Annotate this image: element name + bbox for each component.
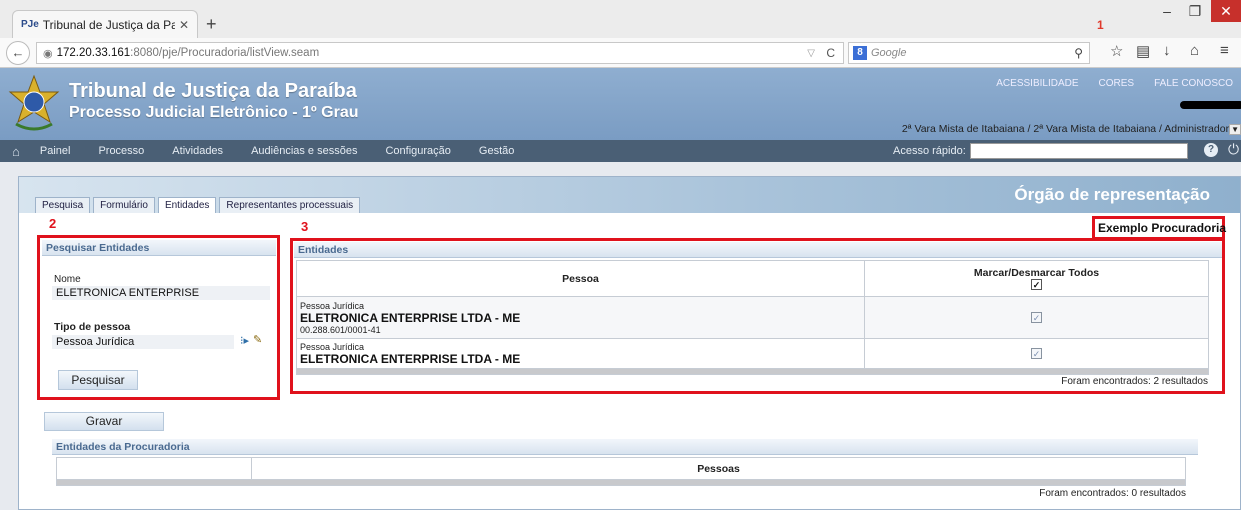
home-icon[interactable]: ⌂ <box>1190 42 1199 59</box>
entities-table: Pessoa Marcar/Desmarcar Todos ✓ Pessoa J… <box>296 260 1209 375</box>
table-scrollbar[interactable] <box>296 368 1209 375</box>
org-name: Exemplo Procuradoria <box>1098 221 1227 235</box>
tab-title: Tribunal de Justiça da Paraí... <box>42 17 175 32</box>
procuradoria-header: Entidades da Procuradoria <box>52 439 1198 455</box>
row-type: Pessoa Jurídica <box>300 300 365 311</box>
menu-configuracao[interactable]: Configuração <box>385 145 450 157</box>
link-contact[interactable]: FALE CONOSCO <box>1154 78 1233 89</box>
entities-section: Entidades <box>294 242 1222 258</box>
home-menu-icon[interactable]: ⌂ <box>12 144 20 159</box>
menu-atividades[interactable]: Atividades <box>172 145 223 157</box>
tab-pesquisa[interactable]: Pesquisa <box>35 197 91 213</box>
col-blank <box>56 457 252 480</box>
user-location-text: 2ª Vara Mista de Itabaiana / 2ª Vara Mis… <box>901 123 1230 135</box>
pje-favicon-icon: PJe <box>21 19 39 30</box>
row-doc: 00.288.601/0001-41 <box>300 324 381 335</box>
url-path: :8080/pje/Procuradoria/listView.seam <box>130 47 320 59</box>
toggle-all-checkbox[interactable]: ✓ <box>1031 278 1042 290</box>
bookmarks-list-icon[interactable]: ▤ <box>1136 42 1150 60</box>
search-button[interactable]: Pesquisar <box>58 370 138 390</box>
col-pessoas: Pessoas <box>251 457 1186 480</box>
quick-access-input[interactable] <box>970 143 1188 159</box>
menu-icon[interactable]: ≡ <box>1220 42 1229 59</box>
download-icon[interactable]: ↓ <box>1163 42 1171 59</box>
search-placeholder: Google <box>871 47 907 59</box>
table-row[interactable]: Pessoa Jurídica ELETRONICA ENTERPRISE LT… <box>296 296 1209 339</box>
search-header: Pesquisar Entidades <box>42 240 276 256</box>
type-label: Tipo de pessoa <box>54 321 131 333</box>
tab-representantes[interactable]: Representantes processuais <box>219 197 361 213</box>
maximize-icon[interactable]: ❐ <box>1180 0 1210 22</box>
url-dropdown-icon[interactable]: ▽ <box>807 48 815 59</box>
crest-logo-icon <box>8 74 60 131</box>
browser-search-input[interactable]: 8 Google ⚲ <box>848 42 1090 64</box>
help-icon[interactable]: ? <box>1204 143 1218 157</box>
bookmark-star-icon[interactable]: ☆ <box>1110 42 1123 60</box>
menu-painel[interactable]: Painel <box>40 145 71 157</box>
url-host: 172.20.33.161 <box>56 47 131 59</box>
tab-formulario[interactable]: Formulário <box>93 197 155 213</box>
panel-header: Órgão de representação Pesquisa Formulár… <box>19 177 1240 213</box>
browser-tab[interactable]: PJe Tribunal de Justiça da Paraí... ✕ <box>12 10 198 38</box>
site-subtitle: Processo Judicial Eletrônico - 1º Grau <box>69 104 359 121</box>
site-header: Tribunal de Justiça da Paraíba Processo … <box>0 68 1241 140</box>
row-checkbox[interactable]: ✓ <box>1031 347 1042 359</box>
globe-icon: ◉ <box>43 47 53 60</box>
browser-navbar: ← ◉ 172.20.33.161 :8080/pje/Procuradoria… <box>0 38 1241 68</box>
procuradoria-section: Entidades da Procuradoria <box>52 439 1198 455</box>
close-tab-icon[interactable]: ✕ <box>179 18 189 32</box>
url-bar[interactable]: ◉ 172.20.33.161 :8080/pje/Procuradoria/l… <box>36 42 844 64</box>
procuradoria-scrollbar[interactable] <box>56 479 1186 486</box>
name-label: Nome <box>54 274 81 285</box>
tab-entidades[interactable]: Entidades <box>157 197 217 213</box>
browser-tabbar: PJe Tribunal de Justiça da Paraí... ✕ + … <box>0 0 1241 38</box>
menu-gestao[interactable]: Gestão <box>479 145 514 157</box>
toggle-all-label: Marcar/Desmarcar Todos <box>973 266 1100 279</box>
procuradoria-footer: Foram encontrados: 0 resultados <box>1039 488 1186 499</box>
save-button[interactable]: Gravar <box>44 412 164 431</box>
search-section: Pesquisar Entidades <box>42 240 276 256</box>
entities-header: Entidades <box>294 242 1222 258</box>
user-location[interactable]: 2ª Vara Mista de Itabaiana / 2ª Vara Mis… <box>902 123 1241 135</box>
search-icon[interactable]: ⚲ <box>1074 46 1083 60</box>
google-icon: 8 <box>853 46 867 60</box>
annotation-3: 3 <box>301 219 309 234</box>
link-colors[interactable]: CORES <box>1099 78 1135 89</box>
chevron-down-icon[interactable]: ▼ <box>1229 124 1241 135</box>
top-links: ACESSIBILIDADE CORES FALE CONOSCO <box>996 78 1233 89</box>
type-select[interactable]: Pessoa Jurídica <box>52 335 234 349</box>
procuradoria-table: Pessoas <box>56 457 1186 486</box>
row-type: Pessoa Jurídica <box>300 341 365 352</box>
logout-icon[interactable]: ⏻ <box>1228 141 1239 158</box>
row-name: ELETRONICA ENTERPRISE LTDA - ME <box>300 310 521 325</box>
menu-processo[interactable]: Processo <box>98 145 144 157</box>
page-tabs: Pesquisa Formulário Entidades Representa… <box>35 197 363 213</box>
table-row[interactable]: Pessoa Jurídica ELETRONICA ENTERPRISE LT… <box>296 338 1209 369</box>
annotation-1: 1 <box>1097 18 1104 32</box>
redacted-username <box>1180 101 1241 109</box>
reload-icon[interactable]: C <box>826 46 835 60</box>
col-toggle-all: Marcar/Desmarcar Todos ✓ <box>864 260 1209 297</box>
annotation-2: 2 <box>49 216 57 231</box>
entities-footer: Foram encontrados: 2 resultados <box>1061 376 1208 387</box>
org-title: Órgão de representação <box>1014 185 1210 204</box>
site-title: Tribunal de Justiça da Paraíba <box>69 80 357 102</box>
menu-audiencias[interactable]: Audiências e sessões <box>251 145 357 157</box>
clear-eraser-icon[interactable]: ✎ <box>253 333 262 346</box>
col-pessoa: Pessoa <box>296 260 865 297</box>
back-button[interactable]: ← <box>6 40 30 65</box>
new-tab-icon[interactable]: + <box>206 14 217 35</box>
link-accessibility[interactable]: ACESSIBILIDADE <box>996 78 1078 89</box>
tree-select-icon[interactable]: ⁝▸ <box>240 334 249 347</box>
name-input[interactable]: ELETRONICA ENTERPRISE <box>52 286 270 300</box>
main-menu: ⌂ Painel Processo Atividades Audiências … <box>0 140 1241 162</box>
minimize-icon[interactable]: – <box>1152 0 1182 22</box>
row-name: ELETRONICA ENTERPRISE LTDA - ME <box>300 351 521 366</box>
row-checkbox[interactable]: ✓ <box>1031 311 1042 323</box>
quick-access-label: Acesso rápido: <box>893 145 966 157</box>
close-window-icon[interactable]: ✕ <box>1211 0 1241 22</box>
